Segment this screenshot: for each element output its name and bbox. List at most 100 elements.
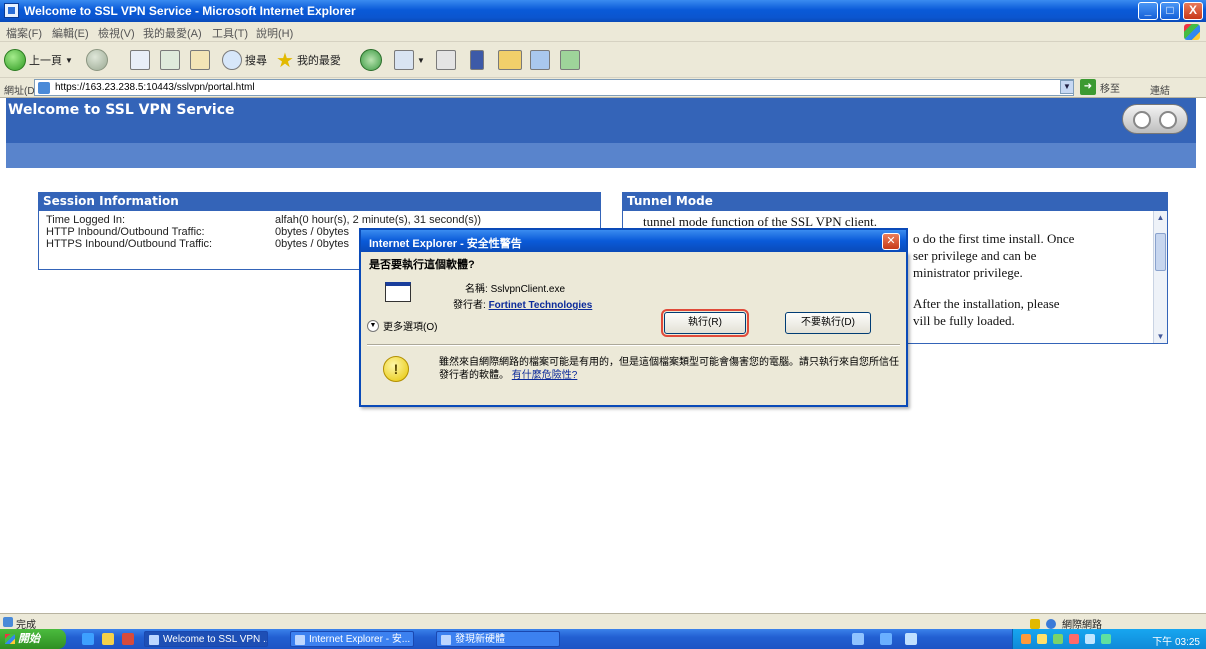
chevron-down-icon: ▼ (417, 55, 425, 65)
session-value-https: 0bytes / 0bytes (275, 238, 349, 250)
warning-shield-icon: ! (383, 356, 409, 382)
back-button[interactable]: 上一頁 ▼ (4, 48, 73, 72)
dialog-titlebar[interactable]: Internet Explorer - 安全性警告 ✕ (359, 228, 908, 252)
home-button[interactable] (190, 48, 210, 72)
menu-tools[interactable]: 工具(T) (212, 25, 248, 41)
scroll-down-icon[interactable]: ▼ (1156, 332, 1165, 341)
dialog-publisher-field: 發行者: Fortinet Technologies (453, 296, 592, 311)
go-label: 移至 (1100, 83, 1120, 95)
go-arrow-icon: ➜ (1080, 79, 1096, 95)
lock-icon (1030, 618, 1040, 629)
menu-bar: 檔案(F) 編輯(E) 檢視(V) 我的最愛(A) 工具(T) 說明(H) (0, 22, 1206, 42)
logout-ring-icon (1133, 111, 1151, 129)
name-label: 名稱: (465, 284, 488, 295)
risk-link[interactable]: 有什麼危險性? (512, 370, 578, 381)
task-ie-window[interactable]: Welcome to SSL VPN ... (144, 631, 268, 647)
publisher-label: 發行者: (453, 300, 486, 311)
tray-update-icon[interactable] (1101, 634, 1111, 644)
address-bar: 網址(D) https://163.23.238.5:10443/sslvpn/… (0, 78, 1206, 98)
session-label-time: Time Logged In: (46, 214, 126, 226)
more-options-button[interactable]: ▼ 更多選項(O) (367, 318, 437, 333)
tray-app-icon[interactable] (1053, 634, 1063, 644)
globe-icon (1046, 618, 1056, 629)
page-title: Welcome to SSL VPN Service (8, 102, 235, 118)
menu-edit[interactable]: 編輯(E) (52, 25, 89, 41)
stop-button[interactable] (130, 48, 150, 72)
logout-icon[interactable] (1122, 104, 1188, 134)
home-icon (190, 50, 210, 70)
tunnel-scrollbar[interactable]: ▲ ▼ (1153, 211, 1167, 343)
dialog-title: Internet Explorer - 安全性警告 (369, 238, 522, 250)
tray-alert-icon[interactable] (1021, 634, 1031, 644)
close-button[interactable]: X (1183, 2, 1203, 20)
address-dropdown[interactable]: ▼ (1060, 80, 1074, 94)
start-button[interactable]: 開始 (0, 629, 66, 649)
logout-ring-icon (1159, 111, 1177, 129)
task-new-hardware[interactable]: 發現新硬體 (436, 631, 560, 647)
mail-icon (394, 50, 414, 70)
more-options-label: 更多選項(O) (383, 322, 438, 333)
task-security-dialog[interactable]: Internet Explorer - 安... (290, 631, 414, 647)
tray-shield-icon[interactable] (1037, 634, 1047, 644)
print-button[interactable] (436, 48, 456, 72)
back-label: 上一頁 (29, 55, 62, 67)
warning-message: 雖然來自網際網路的檔案可能是有用的，但是這個檔案類型可能會傷害您的電腦。請只執行… (439, 357, 899, 381)
menu-favorites[interactable]: 我的最愛(A) (143, 25, 202, 41)
messenger-button[interactable] (530, 48, 550, 72)
history-icon (360, 49, 382, 71)
tray-network-icon[interactable] (880, 633, 892, 645)
favorites-button[interactable]: ★ 我的最愛 (276, 48, 341, 72)
folder-button[interactable] (498, 48, 522, 72)
quicklaunch-media-icon[interactable] (122, 633, 134, 645)
maximize-button[interactable]: □ (1160, 2, 1180, 20)
tray-volume-icon[interactable] (905, 633, 917, 645)
tunnel-line-6: vill be fully loaded. (913, 313, 1015, 328)
status-bar: 完成 網際網路 (0, 613, 1206, 631)
tray-security-icon[interactable] (1069, 634, 1079, 644)
edit-icon (470, 50, 484, 70)
go-button[interactable]: ➜ 移至 (1080, 79, 1120, 95)
system-tray: 下午 03:25 (1012, 629, 1206, 649)
page-banner: Welcome to SSL VPN Service (6, 98, 1196, 168)
taskbar-clock: 下午 03:25 (1152, 637, 1200, 648)
windows-logo-icon (1184, 24, 1200, 40)
history-button[interactable] (360, 48, 382, 72)
refresh-button[interactable] (160, 48, 180, 72)
session-label-https: HTTPS Inbound/Outbound Traffic: (46, 238, 213, 250)
minimize-button[interactable]: _ (1138, 2, 1158, 20)
back-arrow-icon (4, 49, 26, 71)
tray-connection-icon[interactable] (1085, 634, 1095, 644)
quicklaunch-desktop-icon[interactable] (102, 633, 114, 645)
taskbar: 開始 Welcome to SSL VPN ... Internet Explo… (0, 629, 1206, 649)
run-button[interactable]: 執行(R) (661, 309, 749, 337)
scroll-thumb[interactable] (1155, 233, 1166, 271)
stop-icon (130, 50, 150, 70)
dialog-question: 是否要執行這個軟體? (369, 259, 475, 271)
dont-run-button[interactable]: 不要執行(D) (785, 312, 871, 334)
window-titlebar[interactable]: Welcome to SSL VPN Service - Microsoft I… (0, 0, 1206, 22)
scroll-up-icon[interactable]: ▲ (1156, 213, 1165, 222)
window-title: Welcome to SSL VPN Service - Microsoft I… (24, 4, 356, 18)
dialog-close-button[interactable]: ✕ (882, 233, 900, 250)
dialog-warning-text: 雖然來自網際網路的檔案可能是有用的，但是這個檔案類型可能會傷害您的電腦。請只執行… (439, 356, 899, 382)
links-button[interactable]: 連結 (1150, 82, 1170, 97)
menu-help[interactable]: 說明(H) (256, 25, 293, 41)
quicklaunch-ie-icon[interactable] (82, 633, 94, 645)
tools-button[interactable] (560, 48, 580, 72)
session-info-heading: Session Information (38, 192, 601, 210)
menu-file[interactable]: 檔案(F) (6, 25, 42, 41)
star-icon: ★ (276, 49, 294, 72)
tunnel-line-2: o do the first time install. Once (913, 231, 1075, 246)
session-value-http: 0bytes / 0bytes (275, 226, 349, 238)
tray-language-icon[interactable] (852, 633, 864, 645)
menu-view[interactable]: 檢視(V) (98, 25, 135, 41)
print-icon (436, 50, 456, 70)
address-input[interactable]: https://163.23.238.5:10443/sslvpn/portal… (34, 79, 1074, 96)
forward-button[interactable] (86, 48, 108, 72)
publisher-link[interactable]: Fortinet Technologies (489, 300, 593, 311)
edit-button[interactable] (470, 48, 484, 72)
ie-app-icon (4, 3, 19, 18)
mail-button[interactable]: ▼ (394, 48, 425, 72)
messenger-icon (530, 50, 550, 70)
search-button[interactable]: 搜尋 (222, 48, 267, 72)
